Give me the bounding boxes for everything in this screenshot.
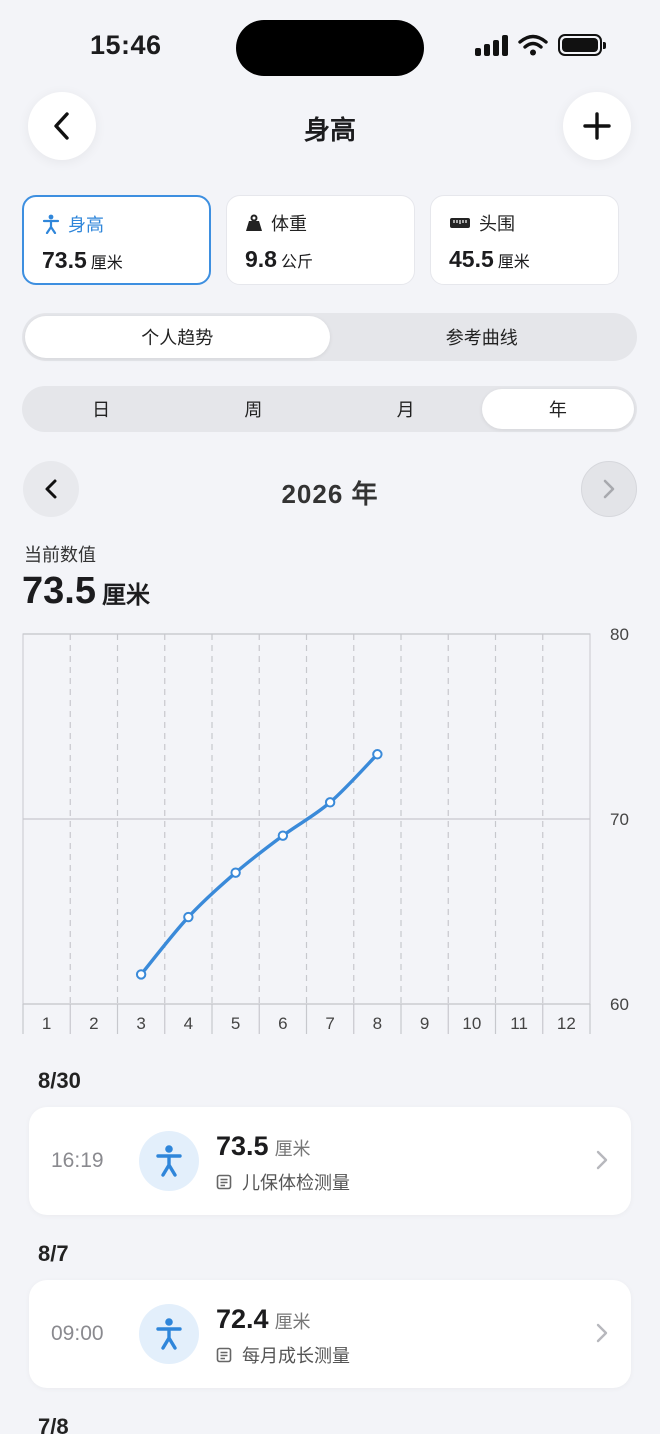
next-year-button[interactable] — [581, 461, 637, 517]
record-time: 09:00 — [51, 1322, 104, 1345]
chart-data-point — [135, 969, 147, 980]
record-value: 73.5 — [216, 1131, 269, 1161]
tab-reference-curve[interactable]: 参考曲线 — [330, 316, 635, 358]
metric-label: 体重 — [271, 214, 307, 234]
chart-data-point — [183, 911, 194, 923]
chart-x-tick-label: 8 — [373, 1014, 382, 1033]
record-unit: 厘米 — [274, 1312, 311, 1332]
status-time: 15:46 — [90, 30, 162, 60]
metric-card-head[interactable]: 头围 45.5 厘米 — [430, 195, 619, 285]
metric-unit: 公斤 — [280, 254, 313, 271]
tab-week[interactable]: 周 — [177, 389, 329, 429]
current-value-number: 73.5 — [22, 570, 96, 612]
chart-y-tick-label: 80 — [610, 625, 629, 644]
chart-x-tick-label: 1 — [42, 1014, 51, 1033]
chevron-right-icon — [596, 1150, 608, 1170]
current-value: 73.5 厘米 — [22, 570, 150, 613]
record-date-heading: 8/7 — [38, 1241, 69, 1266]
chart-x-tick-label: 6 — [278, 1014, 287, 1033]
chart-x-tick-label: 10 — [462, 1014, 481, 1033]
view-segmented-control: 个人趋势 参考曲线 — [22, 313, 637, 361]
tab-month[interactable]: 月 — [330, 389, 482, 429]
add-record-button[interactable] — [563, 92, 631, 160]
person-icon — [156, 1145, 182, 1177]
chart-data-point — [230, 867, 241, 878]
chart-x-tick-label: 11 — [510, 1014, 528, 1033]
current-value-unit: 厘米 — [101, 582, 150, 609]
record-person-icon-bg — [139, 1304, 199, 1364]
record-item[interactable]: 16:19 73.5 厘米 儿保体检测量 — [29, 1107, 631, 1215]
weight-icon — [246, 214, 262, 231]
plus-icon — [583, 112, 611, 140]
chart-data-point — [324, 797, 336, 808]
chart-x-tick-label: 5 — [231, 1014, 240, 1033]
chart-x-tick-label: 3 — [136, 1014, 145, 1033]
note-icon — [216, 1347, 232, 1363]
tab-day[interactable]: 日 — [25, 389, 177, 429]
chart-x-tick-label: 12 — [557, 1014, 576, 1033]
metric-unit: 厘米 — [90, 255, 123, 272]
tape-measure-icon — [450, 218, 470, 228]
chart-y-tick-label: 60 — [610, 995, 629, 1014]
metric-label: 头围 — [479, 214, 515, 234]
person-icon — [156, 1318, 182, 1350]
metric-value: 9.8 — [245, 246, 277, 272]
record-value: 72.4 — [216, 1304, 269, 1334]
chart-x-tick-label: 4 — [184, 1014, 193, 1033]
height-trend-chart: 8070601 2 3 4 5 6 7 8 9 10 11 12 — [22, 625, 629, 1034]
record-date-heading: 8/30 — [38, 1068, 81, 1093]
note-icon — [216, 1174, 232, 1190]
metric-card-height[interactable]: 身高 73.5 厘米 — [22, 195, 211, 285]
record-time: 16:19 — [51, 1149, 104, 1172]
metric-value: 73.5 — [42, 247, 87, 273]
metric-card-weight[interactable]: 体重 9.8 公斤 — [226, 195, 415, 285]
page-title: 身高 — [303, 115, 356, 145]
period-segmented-control: 日 周 月 年 — [22, 386, 637, 432]
chart-y-tick-label: 70 — [610, 810, 629, 829]
dynamic-island — [236, 20, 424, 76]
metric-label: 身高 — [68, 215, 104, 235]
metric-unit: 厘米 — [497, 254, 530, 271]
wifi-icon — [518, 34, 548, 56]
battery-icon — [558, 34, 606, 56]
status-icons — [475, 34, 606, 56]
chart-data-point — [277, 830, 289, 841]
chevron-right-icon — [603, 479, 615, 499]
record-source: 儿保体检测量 — [242, 1173, 350, 1193]
person-icon — [42, 214, 60, 234]
record-date-heading: 7/8 — [38, 1414, 69, 1434]
chart-series-line — [139, 752, 380, 977]
chevron-right-icon — [596, 1323, 608, 1343]
current-value-label: 当前数值 — [24, 545, 96, 565]
tab-year[interactable]: 年 — [481, 389, 634, 429]
record-item[interactable]: 09:00 72.4 厘米 每月成长测量 — [29, 1280, 631, 1388]
chart-x-tick-label: 2 — [89, 1014, 98, 1033]
cellular-signal-icon — [475, 34, 508, 56]
metric-value: 45.5 — [449, 246, 494, 272]
tab-personal-trend[interactable]: 个人趋势 — [25, 316, 330, 358]
year-title: 2026 年 — [281, 479, 379, 509]
chart-x-tick-label: 9 — [420, 1014, 429, 1033]
record-source: 每月成长测量 — [242, 1346, 350, 1366]
record-unit: 厘米 — [274, 1139, 311, 1159]
chart-data-point — [372, 749, 383, 760]
record-person-icon-bg — [139, 1131, 199, 1191]
chart-x-tick-label: 7 — [325, 1014, 334, 1033]
